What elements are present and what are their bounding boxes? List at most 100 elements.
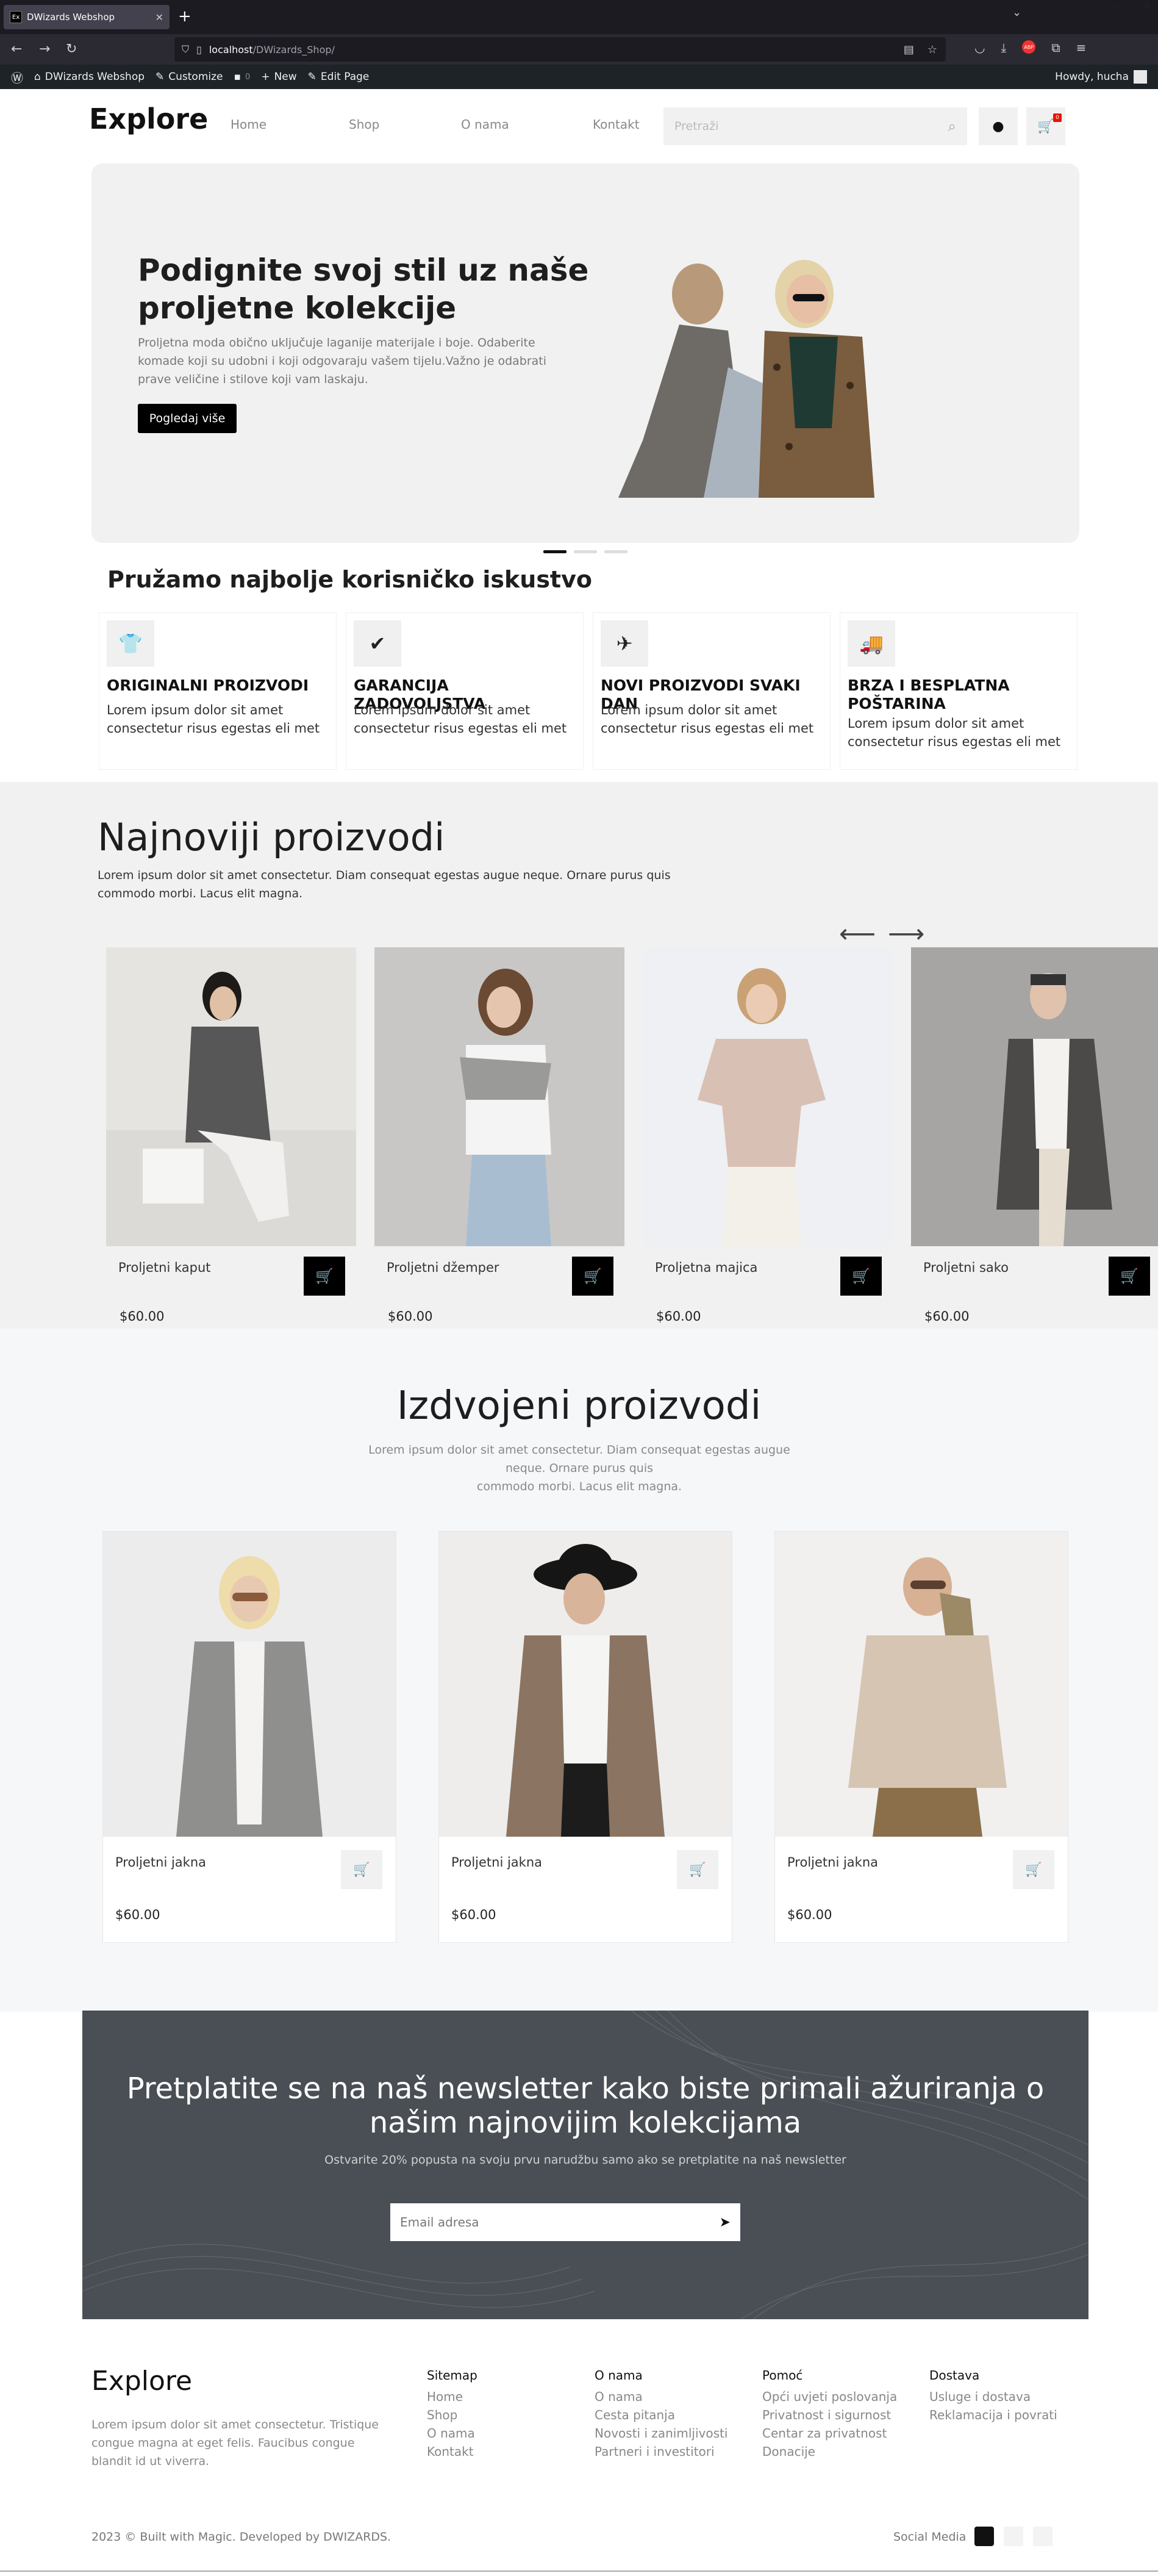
footer-link[interactable]: Privatnost i sigurnost [762, 2406, 897, 2424]
footer-link[interactable]: O nama [595, 2388, 727, 2406]
footer-link[interactable]: Reklamacija i povrati [929, 2406, 1057, 2424]
social-media-label: Social Media [893, 2530, 967, 2544]
maximize-icon[interactable]: ▫ [1113, 0, 1120, 12]
instagram-icon[interactable] [974, 2527, 994, 2546]
browser-tab[interactable]: Ex DWizards Webshop ✕ [4, 5, 170, 29]
footer-column-help: Pomoć Opći uvjeti poslovanja Privatnost … [762, 2368, 897, 2461]
nav-home[interactable]: Home [231, 117, 266, 132]
send-icon[interactable]: ➤ [720, 2215, 731, 2230]
twitter-icon[interactable] [1033, 2527, 1053, 2546]
add-to-cart-button[interactable]: 🛒 [840, 1257, 882, 1296]
download-icon[interactable]: ⤓ [1001, 40, 1006, 55]
add-to-cart-button[interactable]: 🛒 [1109, 1257, 1150, 1296]
arrow-left-icon[interactable]: ⟵ [839, 919, 876, 949]
product-price: $60.00 [656, 1309, 701, 1324]
product-name[interactable]: Proljetni jakna [451, 1855, 542, 1870]
add-to-cart-button[interactable]: 🛒 [341, 1850, 382, 1889]
add-to-cart-button[interactable]: 🛒 [677, 1850, 718, 1889]
email-field[interactable]: Email adresa ➤ [390, 2203, 740, 2241]
pocket-icon[interactable]: ◡ [974, 40, 985, 55]
cart-count-badge: 0 [1053, 113, 1062, 122]
url-bar[interactable]: ⛉ ▯ localhost/DWizards_Shop/ ▤ ☆ [174, 37, 946, 62]
features-title: Pružamo najbolje korisničko iskustvo [107, 566, 592, 593]
minimize-icon[interactable]: – [1073, 0, 1078, 12]
arrow-right-icon[interactable]: ⟶ [888, 919, 924, 949]
footer-link[interactable]: Centar za privatnost [762, 2424, 897, 2442]
user-icon: ● [992, 118, 1004, 134]
home-icon: ⌂ [34, 71, 41, 83]
footer-link[interactable]: Home [427, 2388, 477, 2406]
truck-icon: 🚚 [848, 620, 895, 667]
menu-icon[interactable]: ≡ [1076, 40, 1087, 55]
cart-icon: 🛒 [1025, 1862, 1042, 1878]
slider-dot[interactable] [604, 550, 627, 553]
new-tab-icon[interactable]: + [178, 7, 191, 26]
slider-dot[interactable] [574, 550, 597, 553]
wp-customize-link[interactable]: ✎ Customize [155, 71, 223, 83]
browser-toolbar-icons: ◡ ⤓ ABP ⧉ ≡ [974, 40, 1086, 55]
site-logo[interactable]: Explore [89, 102, 208, 135]
footer-column-title: Dostava [929, 2368, 980, 2383]
adblock-icon[interactable]: ABP [1022, 40, 1036, 54]
wp-site-link[interactable]: ⌂ DWizards Webshop [34, 71, 145, 83]
footer-link[interactable]: Partneri i investitori [595, 2442, 727, 2461]
product-name[interactable]: Proljetni jakna [115, 1855, 206, 1870]
forward-icon[interactable]: → [39, 41, 50, 57]
search-input[interactable]: Pretraži ⌕ [663, 107, 967, 145]
product-image[interactable] [103, 1532, 396, 1837]
wp-new-link[interactable]: + New [261, 71, 296, 83]
bookmark-star-icon[interactable]: ☆ [927, 43, 937, 56]
reload-icon[interactable]: ↻ [66, 41, 77, 57]
footer-link[interactable]: O nama [427, 2424, 477, 2442]
nav-shop[interactable]: Shop [349, 117, 379, 132]
search-placeholder: Pretraži [674, 120, 719, 133]
account-button[interactable]: ● [979, 107, 1018, 145]
footer-logo[interactable]: Explore [91, 2366, 192, 2397]
product-image[interactable] [911, 947, 1158, 1246]
wp-edit-page-label: Edit Page [320, 71, 370, 83]
close-icon[interactable]: ✕ [155, 12, 163, 23]
back-icon[interactable]: ← [11, 41, 22, 57]
product-name[interactable]: Proljetni jakna [787, 1855, 878, 1870]
facebook-icon[interactable] [1004, 2527, 1023, 2546]
footer-link[interactable]: Cesta pitanja [595, 2406, 727, 2424]
footer-link[interactable]: Donacije [762, 2442, 897, 2461]
product-image[interactable] [374, 947, 624, 1246]
product-image[interactable] [439, 1532, 732, 1837]
footer-link[interactable]: Kontakt [427, 2442, 477, 2461]
wp-comments-link[interactable]: ▪ 0 [234, 71, 251, 83]
copyright-text: 2023 © Built with Magic. Developed by DW… [91, 2530, 391, 2544]
product-name[interactable]: Proljetni džemper [387, 1260, 499, 1275]
wordpress-logo-icon[interactable]: Ⓦ [11, 68, 23, 86]
footer-link[interactable]: Shop [427, 2406, 477, 2424]
footer-link[interactable]: Opći uvjeti poslovanja [762, 2388, 897, 2406]
product-image[interactable] [775, 1532, 1068, 1837]
cart-icon: 🛒 [1037, 118, 1054, 134]
footer-link[interactable]: Usluge i dostava [929, 2388, 1057, 2406]
footer-text: Lorem ipsum dolor sit amet consectetur. … [91, 2418, 379, 2468]
product-image[interactable] [643, 947, 893, 1246]
product-name[interactable]: Proljetna majica [655, 1260, 757, 1275]
wp-edit-page-link[interactable]: ✎ Edit Page [308, 71, 370, 83]
extensions-icon[interactable]: ⧉ [1051, 40, 1060, 55]
add-to-cart-button[interactable]: 🛒 [304, 1257, 345, 1296]
footer-link[interactable]: Novosti i zanimljivosti [595, 2424, 727, 2442]
reader-view-icon[interactable]: ▤ [904, 43, 914, 56]
add-to-cart-button[interactable]: 🛒 [572, 1257, 613, 1296]
chevron-down-icon[interactable]: ⌄ [1012, 6, 1021, 19]
product-image[interactable] [106, 947, 356, 1246]
wp-account-menu[interactable]: Howdy, hucha [1055, 70, 1147, 84]
product-price: $60.00 [924, 1309, 970, 1324]
product-name[interactable]: Proljetni sako [923, 1260, 1009, 1275]
hero-cta-button[interactable]: Pogledaj više [138, 404, 237, 433]
search-icon[interactable]: ⌕ [948, 118, 956, 135]
cart-icon: 🛒 [689, 1862, 706, 1878]
nav-contact[interactable]: Kontakt [593, 117, 640, 132]
window-close-icon[interactable]: ✕ [1143, 0, 1151, 12]
url-path: /DWizards_Shop/ [252, 43, 335, 56]
product-name[interactable]: Proljetni kaput [118, 1260, 211, 1275]
slider-dot-active[interactable] [543, 550, 566, 553]
add-to-cart-button[interactable]: 🛒 [1013, 1850, 1054, 1889]
nav-about[interactable]: O nama [461, 117, 509, 132]
featured-product-card: Proljetni jakna 🛒 $60.00 [774, 1531, 1068, 1943]
